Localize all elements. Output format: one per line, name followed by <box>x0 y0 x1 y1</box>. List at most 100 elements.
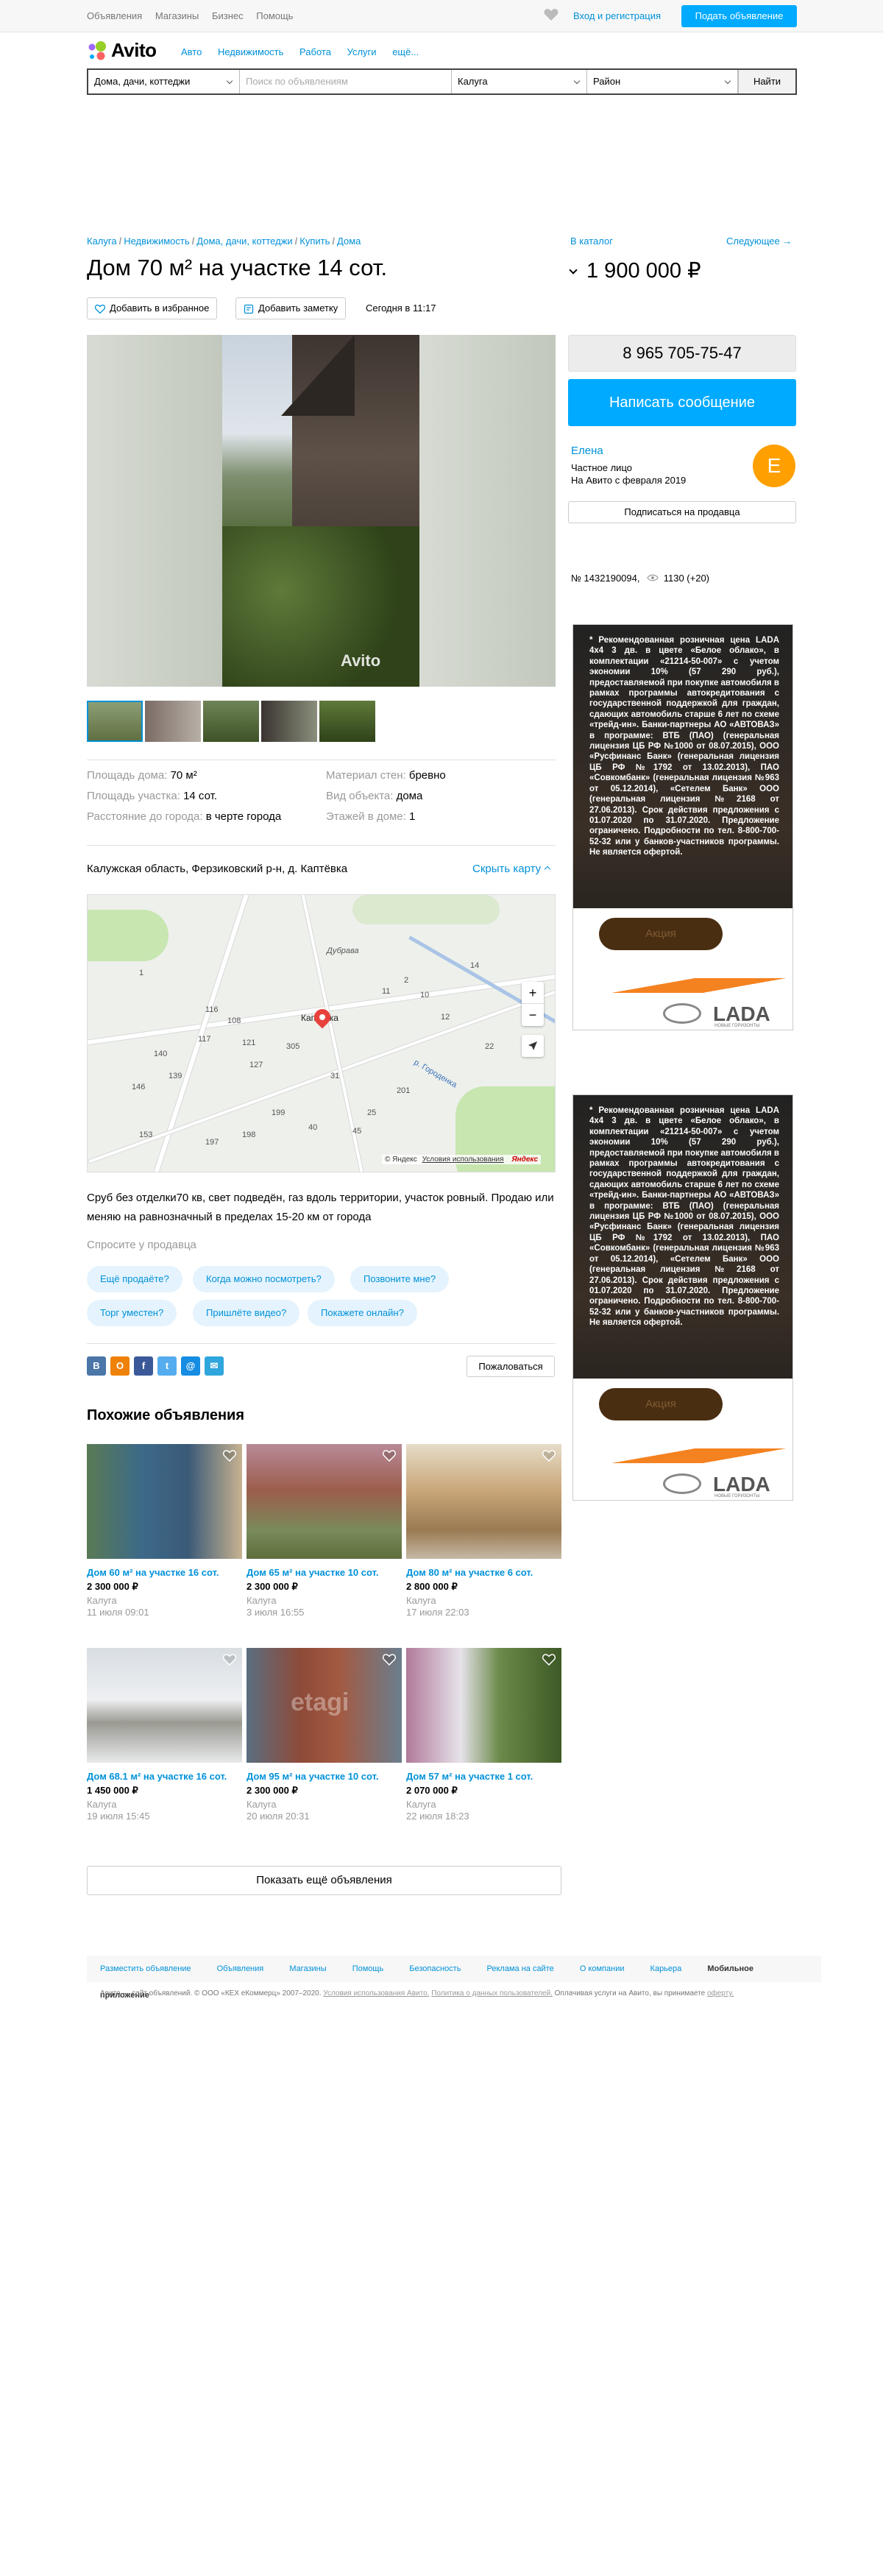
similar-card[interactable]: Дом 80 м² на участке 6 сот. 2 800 000 ₽ … <box>406 1444 561 1618</box>
footer-link[interactable]: Помощь <box>352 1964 384 1973</box>
quick-question-chip[interactable]: Когда можно посмотреть? <box>193 1266 335 1292</box>
footer-link[interactable]: Безопасность <box>409 1964 461 1973</box>
thumbnail[interactable] <box>261 701 317 742</box>
thumbnail[interactable] <box>203 701 259 742</box>
listing-price[interactable]: 1 900 000 ₽ <box>569 258 701 283</box>
terms-link[interactable]: Условия использования Авито. <box>323 1989 429 1998</box>
similar-card[interactable]: etagi Дом 95 м² на участке 10 сот. 2 300… <box>247 1648 402 1822</box>
privacy-link[interactable]: Политика о данных пользователей. <box>431 1989 553 1998</box>
twitter-share-icon[interactable]: t <box>157 1356 177 1376</box>
thumbnail[interactable] <box>145 701 201 742</box>
similar-card-image[interactable] <box>406 1444 561 1559</box>
category-realty[interactable]: Недвижимость <box>218 46 283 57</box>
search-district-select[interactable]: Район <box>587 70 738 93</box>
mailru-share-icon[interactable]: @ <box>181 1356 200 1376</box>
hide-map-link[interactable]: Скрыть карту <box>472 863 551 875</box>
breadcrumb-item[interactable]: Купить <box>299 236 330 247</box>
category-jobs[interactable]: Работа <box>299 46 331 57</box>
similar-card-title[interactable]: Дом 68.1 м² на участке 16 сот. <box>87 1770 242 1783</box>
search-category-select[interactable]: Дома, дачи, коттеджи <box>88 70 240 93</box>
avatar[interactable]: E <box>753 445 795 487</box>
offer-link[interactable]: оферту. <box>707 1989 734 1998</box>
footer-link[interactable]: Магазины <box>289 1964 326 1973</box>
favorite-heart-icon[interactable] <box>223 1450 236 1462</box>
similar-card-image[interactable] <box>87 1444 242 1559</box>
search-city-select[interactable]: Калуга <box>452 70 587 93</box>
similar-card-image[interactable] <box>406 1648 561 1763</box>
similar-card-title[interactable]: Дом 95 м² на участке 10 сот. <box>247 1770 402 1783</box>
subscribe-button[interactable]: Подписаться на продавца <box>568 501 796 523</box>
quick-question-chip[interactable]: Ещё продаёте? <box>87 1266 182 1292</box>
zoom-out-button[interactable]: − <box>522 1004 544 1026</box>
phone-button[interactable]: 8 965 705-75-47 <box>568 335 796 372</box>
category-services[interactable]: Услуги <box>347 46 377 57</box>
complain-button[interactable]: Пожаловаться <box>467 1356 555 1377</box>
breadcrumb-item[interactable]: Дома <box>337 236 361 247</box>
similar-card-image[interactable] <box>87 1648 242 1763</box>
thumbnail[interactable] <box>87 701 143 742</box>
favorite-heart-icon[interactable] <box>383 1450 396 1462</box>
quick-question-chip[interactable]: Торг уместен? <box>87 1300 177 1326</box>
search-input[interactable]: Поиск по объявлениям <box>240 70 452 93</box>
similar-card[interactable]: Дом 57 м² на участке 1 сот. 2 070 000 ₽ … <box>406 1648 561 1822</box>
facebook-share-icon[interactable]: f <box>134 1356 153 1376</box>
favorite-heart-icon[interactable] <box>383 1654 396 1666</box>
breadcrumb-item[interactable]: Дома, дачи, коттеджи <box>196 236 292 247</box>
footer-link[interactable]: Объявления <box>217 1964 264 1973</box>
top-link-shops[interactable]: Магазины <box>155 10 199 21</box>
catalog-link[interactable]: В каталог <box>570 236 613 247</box>
param-row: Расстояние до города: в черте города <box>87 807 281 827</box>
similar-card-image[interactable] <box>247 1444 402 1559</box>
geolocation-button[interactable] <box>522 1035 544 1057</box>
footer-link[interactable]: Карьера <box>650 1964 682 1973</box>
search-button[interactable]: Найти <box>738 70 795 93</box>
map-terms-link[interactable]: Условия использования <box>422 1156 504 1164</box>
footer-link[interactable]: Разместить объявление <box>100 1964 191 1973</box>
similar-card-title[interactable]: Дом 80 м² на участке 6 сот. <box>406 1566 561 1579</box>
email-share-icon[interactable]: ✉ <box>205 1356 224 1376</box>
footer-link[interactable]: Реклама на сайте <box>487 1964 554 1973</box>
similar-card[interactable]: Дом 60 м² на участке 16 сот. 2 300 000 ₽… <box>87 1444 242 1618</box>
breadcrumb-item[interactable]: Недвижимость <box>124 236 189 247</box>
similar-card-title[interactable]: Дом 57 м² на участке 1 сот. <box>406 1770 561 1783</box>
add-favorite-button[interactable]: Добавить в избранное <box>87 297 218 319</box>
photo-gallery[interactable]: Avito <box>87 335 556 687</box>
breadcrumb-item[interactable]: Калуга <box>87 236 117 247</box>
favorite-heart-icon[interactable] <box>542 1450 556 1462</box>
quick-question-chip[interactable]: Позвоните мне? <box>350 1266 450 1292</box>
address: Калужская область, Ферзиковский р-н, д. … <box>87 863 348 875</box>
write-message-button[interactable]: Написать сообщение <box>568 379 796 426</box>
category-more[interactable]: ещё... <box>392 46 419 57</box>
favorite-heart-icon[interactable] <box>542 1654 556 1666</box>
thumbnail[interactable] <box>319 701 375 742</box>
ad-promo-button[interactable]: Акция <box>599 918 723 950</box>
top-link-business[interactable]: Бизнес <box>212 10 244 21</box>
vk-share-icon[interactable]: В <box>87 1356 106 1376</box>
main-photo[interactable] <box>222 335 419 687</box>
similar-card-image[interactable]: etagi <box>247 1648 402 1763</box>
similar-card[interactable]: Дом 68.1 м² на участке 16 сот. 1 450 000… <box>87 1648 242 1822</box>
odnoklassniki-share-icon[interactable]: О <box>110 1356 130 1376</box>
footer-link[interactable]: О компании <box>580 1964 625 1973</box>
favorite-heart-icon[interactable] <box>223 1654 236 1666</box>
login-link[interactable]: Вход и регистрация <box>573 10 661 21</box>
show-more-button[interactable]: Показать ещё объявления <box>87 1866 561 1895</box>
category-auto[interactable]: Авто <box>181 46 202 57</box>
top-link-help[interactable]: Помощь <box>256 10 293 21</box>
seller-name[interactable]: Елена <box>571 445 603 457</box>
ad-promo-button[interactable]: Акция <box>599 1388 723 1420</box>
similar-card-title[interactable]: Дом 60 м² на участке 16 сот. <box>87 1566 242 1579</box>
add-note-button[interactable]: Добавить заметку <box>235 297 347 319</box>
similar-card[interactable]: Дом 65 м² на участке 10 сот. 2 300 000 ₽… <box>247 1444 402 1618</box>
favorites-heart-icon[interactable] <box>544 8 558 21</box>
similar-card-title[interactable]: Дом 65 м² на участке 10 сот. <box>247 1566 402 1579</box>
zoom-in-button[interactable]: + <box>522 982 544 1004</box>
quick-question-chip[interactable]: Покажете онлайн? <box>308 1300 417 1326</box>
lada-ad-banner[interactable]: * Рекомендованная розничная цена LADA 4x… <box>572 1094 794 1501</box>
quick-question-chip[interactable]: Пришлёте видео? <box>193 1300 300 1326</box>
lada-ad-banner[interactable]: * Рекомендованная розничная цена LADA 4x… <box>572 624 794 1030</box>
top-link-ads[interactable]: Объявления <box>87 10 142 21</box>
map[interactable]: Дубрава р. Городенка Каптёвка 1 2 10 11 … <box>87 894 556 1172</box>
next-listing-link[interactable]: Следующее → <box>726 236 792 247</box>
post-ad-button[interactable]: Подать объявление <box>681 5 797 27</box>
